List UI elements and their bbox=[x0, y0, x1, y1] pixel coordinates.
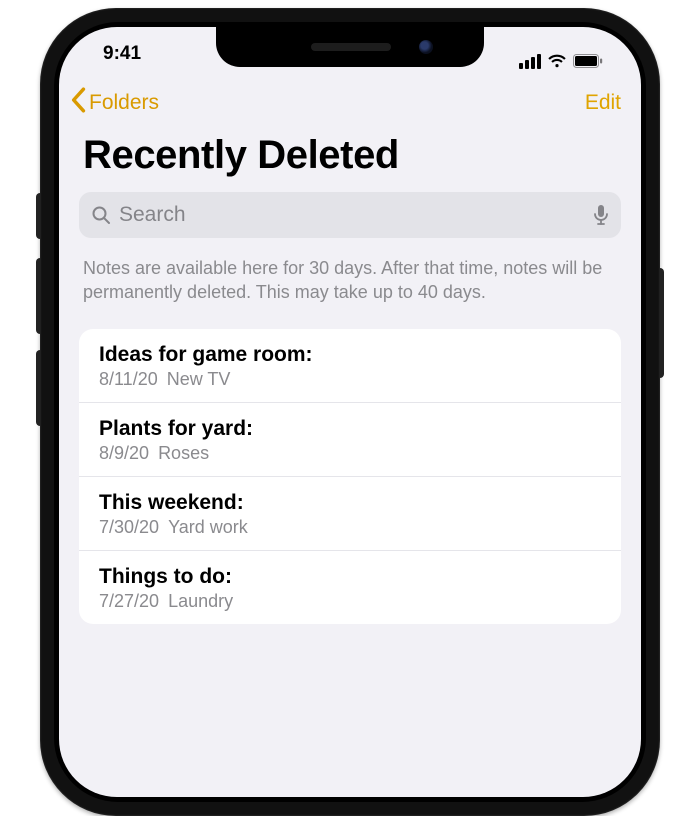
wifi-icon bbox=[547, 54, 567, 69]
note-title: Ideas for game room: bbox=[99, 343, 601, 367]
search-icon bbox=[91, 205, 111, 225]
cellular-signal-icon bbox=[519, 54, 541, 69]
note-row[interactable]: Things to do: 7/27/20 Laundry bbox=[79, 551, 621, 624]
device-notch bbox=[216, 27, 484, 67]
note-title: This weekend: bbox=[99, 491, 601, 515]
note-date: 7/30/20 bbox=[99, 517, 159, 537]
note-preview: New TV bbox=[167, 369, 231, 389]
notes-list: Ideas for game room: 8/11/20 New TV Plan… bbox=[79, 329, 621, 624]
note-title: Plants for yard: bbox=[99, 417, 601, 441]
edit-button[interactable]: Edit bbox=[585, 91, 621, 115]
note-row[interactable]: Ideas for game room: 8/11/20 New TV bbox=[79, 329, 621, 403]
search-bar[interactable] bbox=[79, 192, 621, 238]
note-title: Things to do: bbox=[99, 565, 601, 589]
status-time: 9:41 bbox=[85, 43, 141, 79]
note-date: 8/11/20 bbox=[99, 369, 158, 389]
chevron-left-icon bbox=[69, 87, 87, 119]
battery-icon bbox=[573, 54, 603, 68]
note-date: 7/27/20 bbox=[99, 591, 159, 611]
note-row[interactable]: This weekend: 7/30/20 Yard work bbox=[79, 477, 621, 551]
back-label: Folders bbox=[89, 91, 159, 115]
phone-frame: 9:41 Folders bbox=[40, 8, 660, 816]
microphone-icon[interactable] bbox=[593, 204, 609, 226]
note-preview: Yard work bbox=[168, 517, 248, 537]
note-row[interactable]: Plants for yard: 8/9/20 Roses bbox=[79, 403, 621, 477]
note-preview: Roses bbox=[158, 443, 209, 463]
search-input[interactable] bbox=[119, 203, 585, 227]
page-title: Recently Deleted bbox=[59, 125, 641, 192]
retention-info-text: Notes are available here for 30 days. Af… bbox=[59, 238, 641, 329]
note-date: 8/9/20 bbox=[99, 443, 149, 463]
back-button[interactable]: Folders bbox=[69, 87, 159, 119]
note-preview: Laundry bbox=[168, 591, 233, 611]
